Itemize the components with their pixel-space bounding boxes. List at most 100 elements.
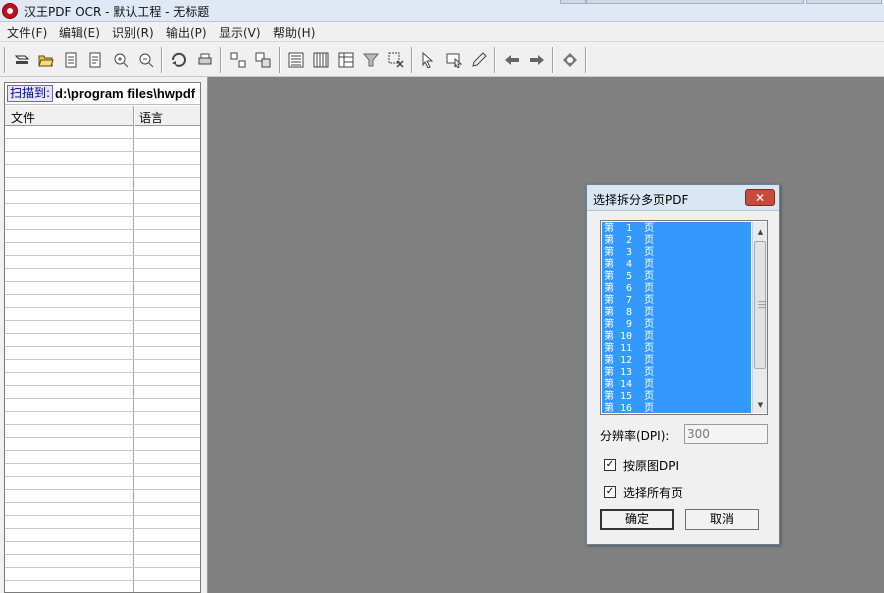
table-row[interactable] (5, 580, 200, 581)
page-list-item[interactable]: 第 15 页 (604, 391, 749, 403)
export-icon[interactable] (86, 51, 104, 69)
table-row[interactable] (5, 541, 200, 542)
column-header-file[interactable]: 文件 (11, 109, 35, 126)
table-row[interactable] (5, 151, 200, 152)
page-list[interactable]: 第 1 页第 2 页第 3 页第 4 页第 5 页第 6 页第 7 页第 8 页… (600, 220, 768, 415)
import-icon[interactable] (62, 51, 80, 69)
menu-view[interactable]: 显示(V) (219, 24, 261, 41)
use-original-dpi-label[interactable]: 按原图DPI (623, 457, 679, 474)
table-block-icon[interactable] (312, 51, 330, 69)
table-row[interactable] (5, 294, 200, 295)
select-all-pages-checkbox[interactable]: ✓ (604, 486, 616, 498)
table-row[interactable] (5, 450, 200, 451)
column-divider[interactable] (133, 106, 135, 126)
table-row[interactable] (5, 346, 200, 347)
zoom-in-icon[interactable] (112, 51, 130, 69)
minimize-button[interactable] (560, 0, 586, 4)
page-list-item[interactable]: 第 6 页 (604, 283, 749, 295)
page-list-item[interactable]: 第 1 页 (604, 223, 749, 235)
rotate-icon[interactable] (170, 51, 188, 69)
page-list-item[interactable]: 第 2 页 (604, 235, 749, 247)
scroll-up-icon[interactable]: ▲ (753, 224, 768, 239)
table-row[interactable] (5, 476, 200, 477)
pen-icon[interactable] (470, 51, 488, 69)
table-row[interactable] (5, 203, 200, 204)
table-row[interactable] (5, 190, 200, 191)
recognize-icon[interactable] (561, 51, 579, 69)
table-row[interactable] (5, 359, 200, 360)
page-list-item[interactable]: 第 16 页 (604, 403, 749, 413)
pointer-icon[interactable] (419, 51, 437, 69)
delete-block-icon[interactable] (387, 51, 405, 69)
arrow-left-icon[interactable] (503, 51, 521, 69)
zoom-out-icon[interactable] (137, 51, 155, 69)
select-region-icon[interactable] (445, 51, 463, 69)
page-list-item[interactable]: 第 8 页 (604, 307, 749, 319)
dialog-close-button[interactable]: ✕ (745, 189, 775, 206)
page-list-item[interactable]: 第 9 页 (604, 319, 749, 331)
table-row[interactable] (5, 372, 200, 373)
file-table[interactable]: 文件 语言 (5, 106, 200, 592)
table-row[interactable] (5, 502, 200, 503)
arrow-right-icon[interactable] (528, 51, 546, 69)
menu-file[interactable]: 文件(F) (7, 24, 47, 41)
page-list-item[interactable]: 第 7 页 (604, 295, 749, 307)
use-original-dpi-checkbox[interactable]: ✓ (604, 459, 616, 471)
scan-path-value[interactable]: d:\program files\hwpdf (55, 86, 200, 101)
table-row[interactable] (5, 333, 200, 334)
window-close-button[interactable] (806, 0, 882, 4)
page-list-scrollbar[interactable]: ▲ — — — ▼ (752, 222, 767, 413)
layout-icon[interactable] (229, 51, 247, 69)
table-row[interactable] (5, 515, 200, 516)
table-row[interactable] (5, 320, 200, 321)
scroll-down-icon[interactable]: ▼ (753, 397, 768, 412)
menu-help[interactable]: 帮助(H) (273, 24, 315, 41)
page-list-item[interactable]: 第 5 页 (604, 271, 749, 283)
table-row[interactable] (5, 398, 200, 399)
select-all-pages-label[interactable]: 选择所有页 (623, 484, 683, 501)
ok-button[interactable]: 确定 (600, 509, 674, 530)
page-list-item[interactable]: 第 13 页 (604, 367, 749, 379)
table-row[interactable] (5, 528, 200, 529)
table-row[interactable] (5, 411, 200, 412)
column-header-language[interactable]: 语言 (139, 109, 163, 126)
open-folder-icon[interactable] (37, 51, 55, 69)
scan-to-label[interactable]: 扫描到: (7, 85, 54, 102)
scroll-thumb[interactable]: — — — (754, 241, 766, 369)
table-row[interactable] (5, 242, 200, 243)
cancel-button[interactable]: 取消 (685, 509, 759, 530)
page-list-item[interactable]: 第 3 页 (604, 247, 749, 259)
scan-icon[interactable] (13, 51, 31, 69)
table-row[interactable] (5, 268, 200, 269)
table-row[interactable] (5, 164, 200, 165)
menu-output[interactable]: 输出(P) (166, 24, 207, 41)
maximize-button[interactable] (586, 0, 804, 4)
table-row[interactable] (5, 437, 200, 438)
table-row[interactable] (5, 281, 200, 282)
filter-icon[interactable] (362, 51, 380, 69)
menu-edit[interactable]: 编辑(E) (59, 24, 100, 41)
table-row[interactable] (5, 385, 200, 386)
page-list-item[interactable]: 第 10 页 (604, 331, 749, 343)
page-list-item[interactable]: 第 14 页 (604, 379, 749, 391)
table-row[interactable] (5, 489, 200, 490)
print-icon[interactable] (196, 51, 214, 69)
table-row[interactable] (5, 255, 200, 256)
menu-recognize[interactable]: 识别(R) (112, 24, 154, 41)
table-row[interactable] (5, 554, 200, 555)
dpi-input[interactable] (684, 424, 768, 444)
table-row[interactable] (5, 229, 200, 230)
page-list-item[interactable]: 第 12 页 (604, 355, 749, 367)
page-list-item[interactable]: 第 4 页 (604, 259, 749, 271)
table-row[interactable] (5, 463, 200, 464)
table-row[interactable] (5, 216, 200, 217)
table-row[interactable] (5, 307, 200, 308)
page-list-item[interactable]: 第 11 页 (604, 343, 749, 355)
layout2-icon[interactable] (254, 51, 272, 69)
table-row[interactable] (5, 567, 200, 568)
image-block-icon[interactable] (337, 51, 355, 69)
table-row[interactable] (5, 177, 200, 178)
table-row[interactable] (5, 138, 200, 139)
table-row[interactable] (5, 424, 200, 425)
text-block-icon[interactable] (287, 51, 305, 69)
